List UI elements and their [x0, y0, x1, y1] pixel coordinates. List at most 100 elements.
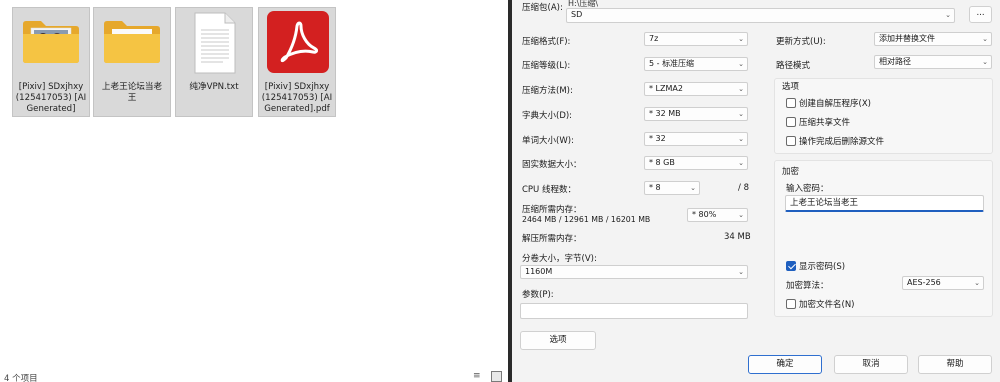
format-label: 压缩格式(F):	[522, 37, 571, 47]
chevron-down-icon: ⌄	[738, 60, 744, 68]
cpu-threads-value: * 8	[649, 183, 661, 192]
cancel-button[interactable]: 取消	[834, 355, 908, 374]
update-mode-value: 添加并替换文件	[879, 34, 935, 43]
create-sfx-checkbox[interactable]: 创建自解压程序(X)	[786, 97, 871, 109]
dictionary-value: * 32 MB	[649, 109, 681, 118]
chevron-down-icon: ⌄	[738, 110, 744, 118]
chevron-down-icon: ⌄	[945, 11, 951, 19]
browse-button[interactable]: ...	[969, 6, 992, 23]
checkbox-box	[786, 117, 796, 127]
chevron-down-icon: ⌄	[982, 58, 988, 66]
decompress-memory-value: 34 MB	[724, 232, 751, 242]
checkbox-checked-icon	[786, 261, 796, 271]
file-item-pixiv-folder[interactable]: [Pixiv] SDxjhxy (125417053) [AI Generate…	[12, 7, 90, 117]
word-size-select[interactable]: * 32 ⌄	[644, 132, 748, 146]
cpu-threads-label: CPU 线程数：	[522, 185, 576, 195]
file-explorer: [Pixiv] SDxjhxy (125417053) [AI Generate…	[0, 0, 508, 382]
split-volume-value: 1160M	[525, 267, 553, 276]
text-file-icon	[194, 12, 236, 74]
memory-percent-value: * 80%	[692, 210, 717, 219]
level-label: 压缩等级(L):	[522, 61, 571, 71]
file-item-laowang-folder[interactable]: 上老王论坛当老 王	[93, 7, 171, 117]
delete-after-label: 操作完成后删除源文件	[799, 137, 885, 147]
folder-with-images-icon	[23, 21, 79, 63]
chevron-down-icon: ⌄	[738, 135, 744, 143]
chevron-down-icon: ⌄	[738, 85, 744, 93]
memory-percent-select[interactable]: * 80% ⌄	[687, 208, 748, 222]
password-label: 输入密码：	[786, 184, 829, 194]
file-item-vpn-txt[interactable]: 纯净VPN.txt	[175, 7, 253, 117]
compress-shared-checkbox[interactable]: 压缩共享文件	[786, 116, 850, 128]
checkbox-box	[786, 98, 796, 108]
cpu-threads-select[interactable]: * 8 ⌄	[644, 181, 700, 195]
archive-name-combo[interactable]: SD ⌄	[566, 8, 955, 23]
options-button[interactable]: 选项	[520, 331, 596, 350]
chevron-down-icon: ⌄	[738, 211, 744, 219]
file-name: [Pixiv] SDxjhxy (125417053) [AI Generate…	[261, 82, 333, 115]
file-name: 纯净VPN.txt	[178, 82, 250, 93]
method-select[interactable]: * LZMA2 ⌄	[644, 82, 748, 96]
method-label: 压缩方法(M):	[522, 86, 573, 96]
archive-name-value: SD	[571, 10, 583, 19]
update-mode-select[interactable]: 添加并替换文件 ⌄	[874, 32, 992, 46]
level-value: 5 - 标准压缩	[649, 59, 695, 68]
encryption-method-label: 加密算法：	[786, 281, 829, 291]
tiles-view-icon[interactable]	[491, 371, 502, 382]
encryption-group-title: 加密	[782, 167, 800, 177]
password-input[interactable]: 上老王论坛当老王	[785, 195, 984, 212]
format-select[interactable]: 7z ⌄	[644, 32, 748, 46]
chevron-down-icon: ⌄	[738, 159, 744, 167]
show-password-label: 显示密码(S)	[799, 262, 846, 272]
parameters-label: 参数(P):	[522, 290, 554, 300]
chevron-down-icon: ⌄	[690, 184, 696, 192]
dictionary-select[interactable]: * 32 MB ⌄	[644, 107, 748, 121]
level-select[interactable]: 5 - 标准压缩 ⌄	[644, 57, 748, 71]
archive-label: 压缩包(A):	[522, 3, 563, 13]
compress-memory-label: 压缩所需内存：	[522, 205, 582, 215]
details-view-icon[interactable]: ≡	[473, 371, 484, 382]
format-value: 7z	[649, 34, 659, 43]
path-mode-label: 路径模式	[776, 61, 811, 71]
ok-button[interactable]: 确定	[748, 355, 822, 374]
checkbox-box	[786, 136, 796, 146]
delete-after-checkbox[interactable]: 操作完成后删除源文件	[786, 135, 884, 147]
chevron-down-icon: ⌄	[738, 35, 744, 43]
file-name-line: Generated]	[26, 104, 76, 114]
chevron-down-icon: ⌄	[982, 35, 988, 43]
update-mode-label: 更新方式(U):	[776, 37, 826, 47]
encrypt-filenames-label: 加密文件名(N)	[799, 300, 855, 310]
path-mode-value: 相对路径	[879, 57, 911, 66]
file-name-line: (125417053) [AI	[15, 93, 87, 103]
pdf-file-icon	[267, 11, 329, 73]
encrypt-filenames-checkbox[interactable]: 加密文件名(N)	[786, 298, 855, 310]
solid-size-select[interactable]: * 8 GB ⌄	[644, 156, 748, 170]
add-to-archive-dialog: 压缩包(A): H:\压缩\ SD ⌄ ... 压缩格式(F): 7z ⌄ 压缩等…	[512, 0, 1000, 382]
solid-size-value: * 8 GB	[649, 158, 675, 167]
compress-shared-label: 压缩共享文件	[799, 118, 851, 128]
word-size-label: 单词大小(W):	[522, 136, 574, 146]
file-name-line: 王	[127, 93, 137, 103]
options-group-title: 选项	[782, 82, 800, 92]
create-sfx-label: 创建自解压程序(X)	[799, 99, 871, 109]
encryption-method-value: AES-256	[907, 278, 941, 287]
encryption-method-select[interactable]: AES-256 ⌄	[902, 276, 984, 290]
split-volume-select[interactable]: 1160M ⌄	[520, 265, 748, 279]
file-name: [Pixiv] SDxjhxy (125417053) [AI Generate…	[15, 82, 87, 115]
file-name-line: 纯净VPN.txt	[189, 82, 239, 92]
file-item-pixiv-pdf[interactable]: [Pixiv] SDxjhxy (125417053) [AI Generate…	[258, 7, 336, 117]
split-volume-label: 分卷大小，字节(V):	[522, 254, 597, 264]
dictionary-label: 字典大小(D):	[522, 111, 573, 121]
path-mode-select[interactable]: 相对路径 ⌄	[874, 55, 992, 69]
checkbox-box	[786, 299, 796, 309]
show-password-checkbox[interactable]: 显示密码(S)	[786, 260, 845, 272]
file-name-line: 上老王论坛当老	[101, 82, 163, 92]
cpu-threads-max: / 8	[738, 183, 749, 193]
compress-memory-detail: 2464 MB / 12961 MB / 16201 MB	[522, 215, 651, 224]
chevron-down-icon: ⌄	[738, 268, 744, 276]
method-value: * LZMA2	[649, 84, 683, 93]
file-name: 上老王论坛当老 王	[96, 82, 168, 104]
help-button[interactable]: 帮助	[918, 355, 992, 374]
parameters-input[interactable]	[520, 303, 748, 319]
folder-icon	[104, 21, 160, 63]
chevron-down-icon: ⌄	[974, 279, 980, 287]
